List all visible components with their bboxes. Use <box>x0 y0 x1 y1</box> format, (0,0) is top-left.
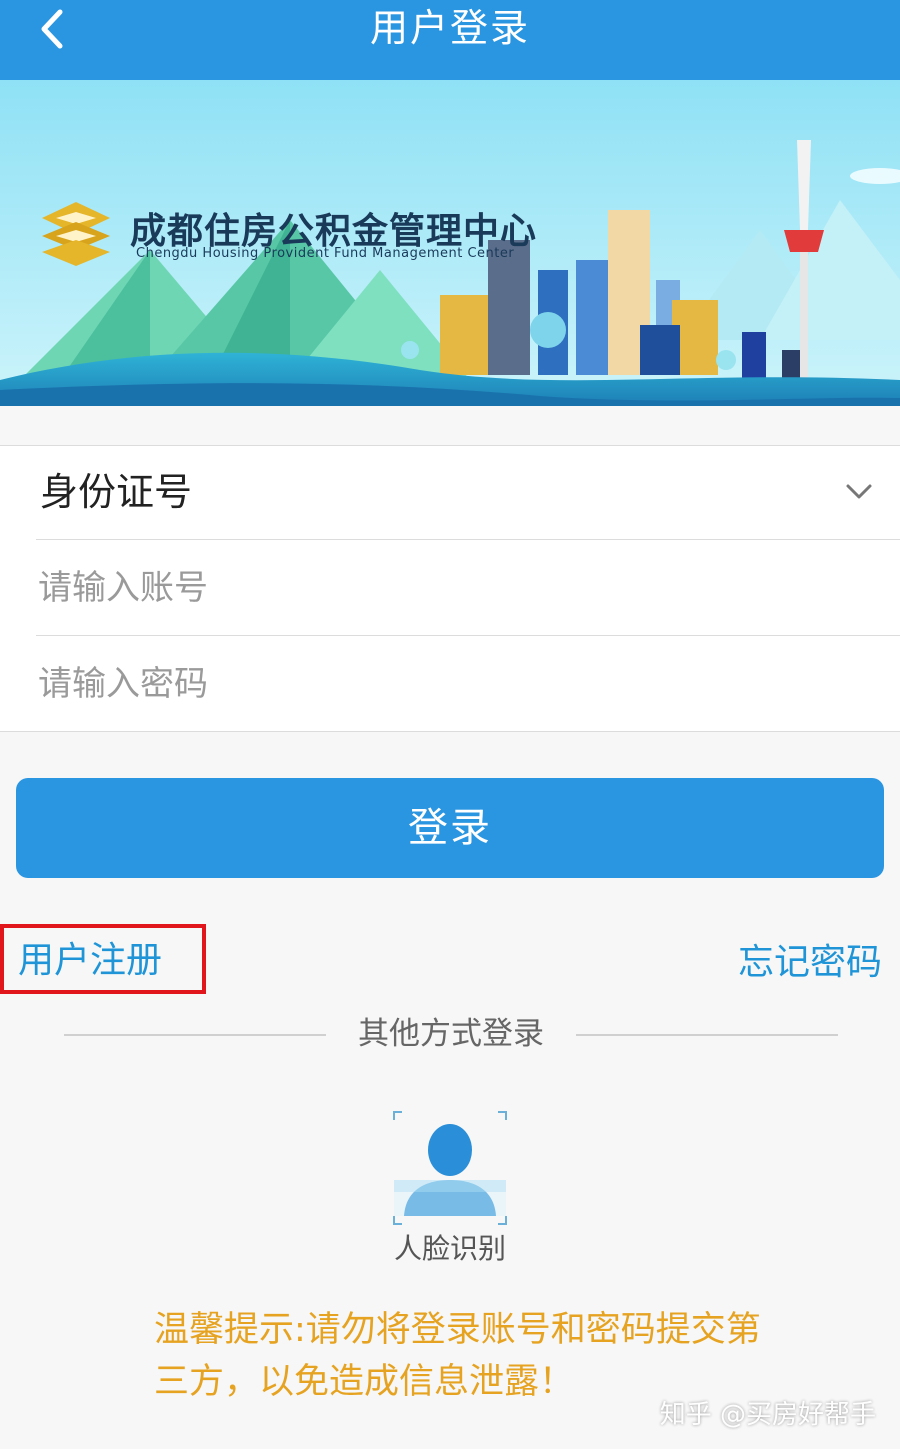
password-row <box>0 636 900 732</box>
title-bar: 用户登录 <box>0 0 900 80</box>
face-recognition-label: 人脸识别 <box>393 1232 506 1265</box>
login-button[interactable]: 登录 <box>16 778 884 878</box>
other-login-label: 其他方式登录 <box>358 1016 544 1052</box>
account-input[interactable] <box>38 562 858 614</box>
face-scan-icon <box>393 1111 507 1225</box>
banner: 成都住房公积金管理中心 Chengdu Housing Provident Fu… <box>0 80 900 406</box>
warning-tip: 温馨提示:请勿将登录账号和密码提交第三方，以免造成信息泄露！ <box>154 1310 761 1402</box>
id-type-value: 身份证号 <box>40 470 193 514</box>
chevron-down-icon <box>844 480 874 504</box>
chengdu-hpf-logo-icon <box>42 202 110 266</box>
org-name-english: Chengdu Housing Provident Fund Managemen… <box>136 246 515 261</box>
id-type-select[interactable]: 身份证号 <box>0 446 900 540</box>
divider <box>576 1034 838 1036</box>
face-recognition-button[interactable] <box>390 1108 510 1228</box>
register-link[interactable]: 用户注册 <box>0 924 206 994</box>
account-row <box>0 540 900 636</box>
forgot-password-link[interactable]: 忘记密码 <box>738 940 882 986</box>
divider <box>64 1034 326 1036</box>
password-input[interactable] <box>38 658 858 710</box>
register-label: 用户注册 <box>18 940 163 981</box>
page-title: 用户登录 <box>369 6 530 50</box>
watermark: 知乎 @买房好帮手 <box>659 1400 876 1430</box>
section-gap <box>0 406 900 446</box>
